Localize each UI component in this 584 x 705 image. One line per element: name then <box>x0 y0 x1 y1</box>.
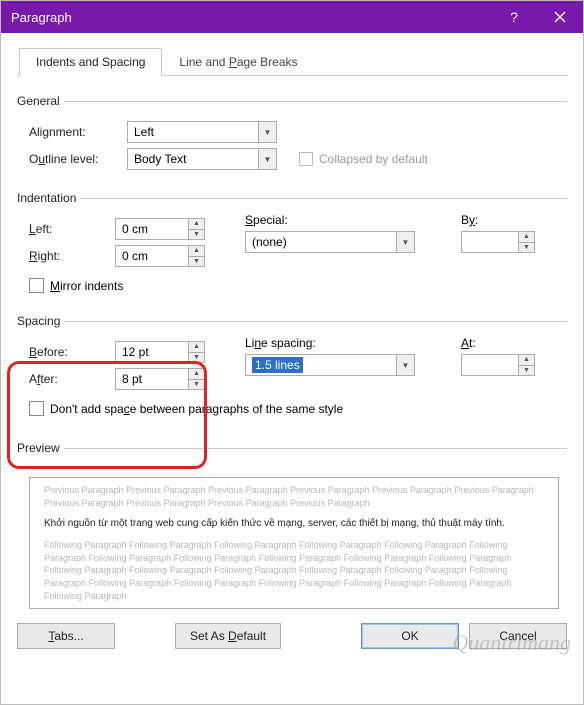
tab-line-page-breaks[interactable]: Line and Page Breaks <box>162 48 314 76</box>
spinner-buttons[interactable]: ▲▼ <box>518 232 534 252</box>
alignment-value: Left <box>134 125 154 139</box>
checkbox-icon <box>29 401 44 416</box>
spinner-buttons[interactable]: ▲▼ <box>188 369 204 389</box>
mirror-indents-label: Mirror indents <box>50 279 123 293</box>
collapsed-checkbox: Collapsed by default <box>299 152 428 166</box>
chevron-down-icon: ▼ <box>258 149 276 169</box>
general-legend: General <box>17 94 64 108</box>
checkbox-icon <box>29 278 44 293</box>
dialog-title: Paragraph <box>11 10 491 25</box>
close-icon <box>554 11 566 23</box>
right-indent-value: 0 cm <box>122 249 148 263</box>
special-label: Special: <box>245 213 445 227</box>
by-spinner[interactable]: ▲▼ <box>461 231 535 253</box>
titlebar: Paragraph ? <box>1 1 583 33</box>
before-value: 12 pt <box>122 345 149 359</box>
alignment-label: Alignment: <box>29 125 121 139</box>
mirror-indents-checkbox[interactable]: Mirror indents <box>29 278 123 293</box>
alignment-combo[interactable]: Left ▼ <box>127 121 277 143</box>
at-spinner[interactable]: ▲▼ <box>461 354 535 376</box>
tab-bar: Indents and Spacing Line and Page Breaks <box>17 47 567 76</box>
before-spinner[interactable]: 12 pt ▲▼ <box>115 341 205 363</box>
spinner-buttons[interactable]: ▲▼ <box>188 246 204 266</box>
cancel-button[interactable]: Cancel <box>469 623 567 649</box>
ok-button[interactable]: OK <box>361 623 459 649</box>
paragraph-dialog: Paragraph ? Indents and Spacing Line and… <box>0 0 584 705</box>
general-section: General Alignment: Left ▼ Outline level:… <box>17 94 567 179</box>
by-label: By: <box>461 213 559 227</box>
collapsed-label: Collapsed by default <box>319 152 428 166</box>
dont-add-space-checkbox[interactable]: Don't add space between paragraphs of th… <box>29 401 343 416</box>
tab-label: Line and Page Breaks <box>179 55 297 69</box>
spacing-section: Spacing Before: 12 pt ▲▼ After: 8 pt <box>17 314 567 425</box>
after-value: 8 pt <box>122 372 142 386</box>
line-spacing-combo[interactable]: 1.5 lines ▼ <box>245 354 415 376</box>
set-default-button[interactable]: Set As Default <box>175 623 281 649</box>
indentation-legend: Indentation <box>17 191 80 205</box>
chevron-down-icon: ▼ <box>258 122 276 142</box>
line-spacing-label: Line spacing: <box>245 336 445 350</box>
right-label: Right: <box>29 249 109 263</box>
outline-level-combo[interactable]: Body Text ▼ <box>127 148 277 170</box>
preview-box: Previous Paragraph Previous Paragraph Pr… <box>29 477 559 609</box>
left-indent-value: 0 cm <box>122 222 148 236</box>
line-spacing-value: 1.5 lines <box>252 357 303 373</box>
outline-level-value: Body Text <box>134 152 186 166</box>
special-value: (none) <box>252 235 287 249</box>
chevron-down-icon: ▼ <box>396 232 414 252</box>
special-combo[interactable]: (none) ▼ <box>245 231 415 253</box>
preview-sample: Khởi nguồn từ một trang web cung cấp kiế… <box>44 517 544 531</box>
preview-legend: Preview <box>17 441 64 455</box>
tabs-button[interactable]: Tabs... <box>17 623 115 649</box>
tab-indents-spacing[interactable]: Indents and Spacing <box>19 48 162 76</box>
dont-add-space-label: Don't add space between paragraphs of th… <box>50 402 343 416</box>
left-indent-spinner[interactable]: 0 cm ▲▼ <box>115 218 205 240</box>
preview-section: Preview <box>17 441 567 467</box>
spacing-legend: Spacing <box>17 314 64 328</box>
before-label: Before: <box>29 345 109 359</box>
chevron-down-icon: ▼ <box>396 355 414 375</box>
preview-previous: Previous Paragraph Previous Paragraph Pr… <box>44 484 544 509</box>
preview-following: Following Paragraph Following Paragraph … <box>44 539 544 602</box>
help-button[interactable]: ? <box>491 1 537 33</box>
footer: Tabs... Set As Default OK Cancel <box>17 613 567 649</box>
at-label: At: <box>461 336 559 350</box>
spinner-buttons[interactable]: ▲▼ <box>518 355 534 375</box>
tab-label: Indents and Spacing <box>36 55 145 69</box>
spinner-buttons[interactable]: ▲▼ <box>188 342 204 362</box>
left-label: Left: <box>29 222 109 236</box>
close-button[interactable] <box>537 1 583 33</box>
after-spinner[interactable]: 8 pt ▲▼ <box>115 368 205 390</box>
spinner-buttons[interactable]: ▲▼ <box>188 219 204 239</box>
after-label: After: <box>29 372 109 386</box>
dialog-body: Indents and Spacing Line and Page Breaks… <box>1 33 583 704</box>
outline-level-label: Outline level: <box>29 152 121 166</box>
right-indent-spinner[interactable]: 0 cm ▲▼ <box>115 245 205 267</box>
indentation-section: Indentation Left: 0 cm ▲▼ Right: 0 cm <box>17 191 567 302</box>
checkbox-icon <box>299 152 313 166</box>
